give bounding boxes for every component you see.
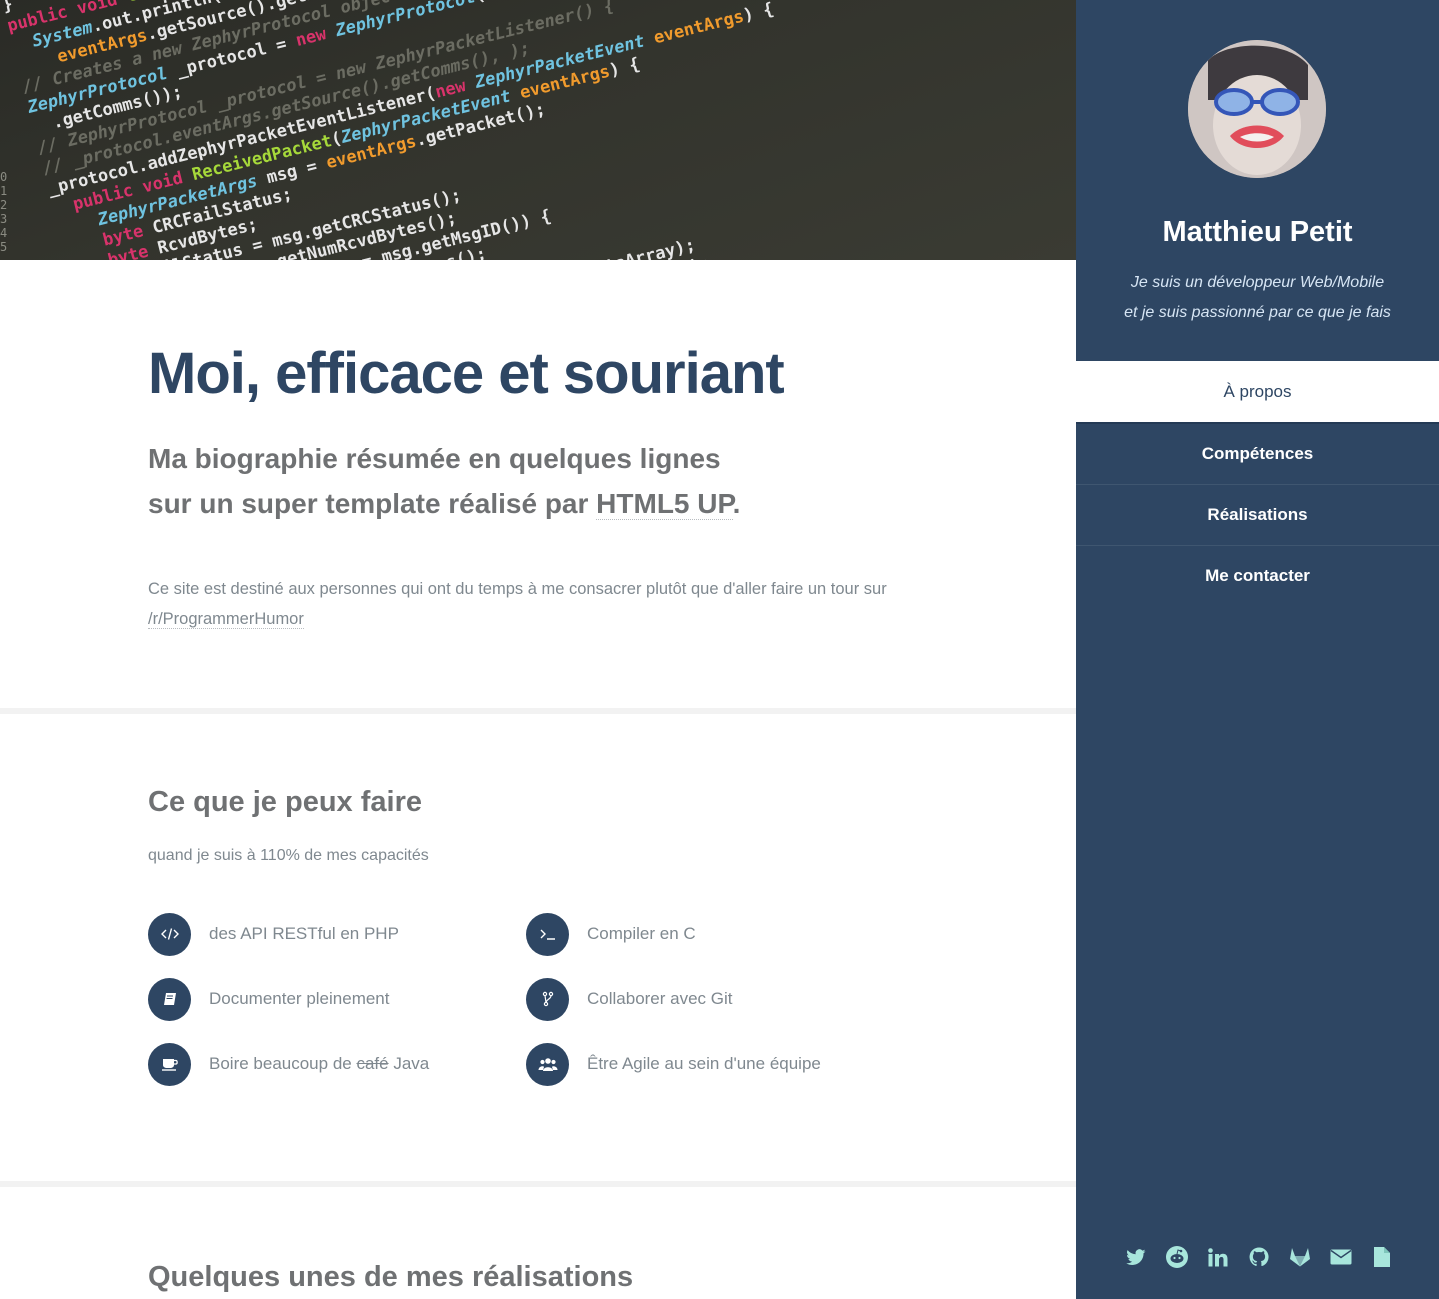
line-numbers: 012345 — [0, 170, 7, 254]
profile-name: Matthieu Petit — [1162, 216, 1353, 248]
social-links — [1124, 1243, 1394, 1271]
about-intro: Ce site est destiné aux personnes qui on… — [148, 574, 928, 634]
skill-item: Boire beaucoup de café Java — [148, 1042, 429, 1086]
book-icon — [148, 977, 191, 1021]
line-number: 5 — [0, 240, 8, 254]
section-divider — [0, 708, 1076, 714]
code-icon — [148, 912, 191, 956]
line-number: 1 — [0, 184, 8, 198]
programmerhumor-link[interactable]: /r/ProgrammerHumor — [148, 610, 304, 629]
skill-label: Collaborer avec Git — [587, 989, 733, 1008]
line-number: 3 — [0, 212, 8, 226]
intro-text: Ce site est destiné aux personnes qui on… — [148, 580, 887, 598]
coffee-icon — [148, 1042, 191, 1086]
tagline-line-1: Je suis un développeur Web/Mobile — [1130, 274, 1385, 291]
envelope-icon[interactable] — [1329, 1245, 1353, 1269]
line-number: 0 — [0, 170, 8, 184]
header-banner-image: private NewConnectedEvent handler; super… — [0, 0, 1076, 260]
skill-item: Collaborer avec Git — [526, 977, 733, 1021]
skill-item: Être Agile au sein d'une équipe — [526, 1042, 821, 1086]
skill-label: Documenter pleinement — [209, 989, 390, 1008]
page-title: Moi, efficace et souriant — [148, 341, 785, 406]
users-icon — [526, 1042, 569, 1086]
about-lead: Ma biographie résumée en quelques lignes… — [148, 436, 740, 526]
file-icon[interactable] — [1370, 1245, 1394, 1269]
gitlab-icon[interactable] — [1288, 1245, 1312, 1269]
skill-label-prefix: Boire beaucoup de — [209, 1054, 357, 1073]
github-icon[interactable] — [1247, 1245, 1271, 1269]
lead-line-1: Ma biographie résumée en quelques lignes — [148, 443, 721, 474]
profile-tagline: Je suis un développeur Web/Mobile et je … — [1076, 268, 1439, 328]
skills-title: Ce que je peux faire — [148, 786, 422, 818]
skill-label-suffix: Java — [388, 1054, 430, 1073]
skill-item: Documenter pleinement — [148, 977, 389, 1021]
main-content: Moi, efficace et souriant Ma biographie … — [0, 260, 1076, 1299]
skill-label: Être Agile au sein d'une équipe — [587, 1054, 821, 1073]
line-number: 2 — [0, 198, 8, 212]
html5up-link[interactable]: HTML5 UP — [596, 488, 733, 520]
skill-label: des API RESTful en PHP — [209, 924, 399, 943]
skill-item: Compiler en C — [526, 912, 696, 956]
reddit-icon[interactable] — [1165, 1245, 1189, 1269]
nav-item-competences[interactable]: Compétences — [1076, 422, 1439, 484]
code-fork-icon — [526, 977, 569, 1021]
linkedin-icon[interactable] — [1206, 1245, 1230, 1269]
skill-label-struck: café — [356, 1054, 389, 1073]
nav-item-a-propos[interactable]: À propos — [1076, 361, 1439, 422]
sidebar: Matthieu Petit Je suis un développeur We… — [1076, 0, 1439, 1299]
line-number: 4 — [0, 226, 8, 240]
nav-item-realisations[interactable]: Réalisations — [1076, 484, 1439, 545]
code-screenshot: private NewConnectedEvent handler; super… — [0, 0, 832, 260]
section-divider — [0, 1181, 1076, 1187]
twitter-icon[interactable] — [1124, 1245, 1148, 1269]
skill-label: Compiler en C — [587, 924, 696, 943]
about-section: Moi, efficace et souriant Ma biographie … — [0, 260, 1076, 708]
skills-subtitle: quand je suis à 110% de mes capacités — [148, 847, 429, 864]
avatar — [1188, 40, 1326, 178]
works-title: Quelques unes de mes réalisations — [148, 1261, 634, 1293]
skill-label: Boire beaucoup de café Java — [209, 1054, 429, 1074]
terminal-icon — [526, 912, 569, 956]
skill-item: des API RESTful en PHP — [148, 912, 399, 956]
nav-item-me-contacter[interactable]: Me contacter — [1076, 545, 1439, 606]
lead-line-2-suffix: . — [732, 488, 741, 519]
lead-line-2-prefix: sur un super template réalisé par — [148, 488, 597, 519]
tagline-line-2: et je suis passionné par ce que je fais — [1124, 304, 1391, 321]
sidebar-nav: À propos Compétences Réalisations Me con… — [1076, 361, 1439, 606]
